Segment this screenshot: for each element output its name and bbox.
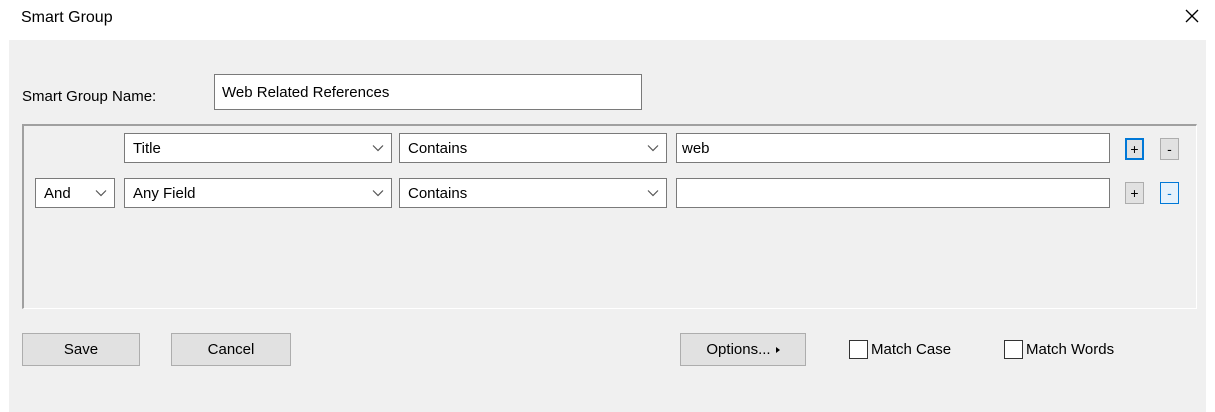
options-button-label: Options...	[706, 341, 771, 358]
add-row-button-2[interactable]: +	[1125, 182, 1144, 204]
match-words-label: Match Words	[1026, 341, 1115, 358]
connector-select-value: And	[44, 184, 71, 202]
save-button-label: Save	[63, 341, 99, 358]
options-button[interactable]: Options...	[680, 333, 806, 366]
connector-select-row-2[interactable]: And	[35, 178, 115, 208]
match-case-label: Match Case	[871, 341, 952, 358]
remove-row-button-1[interactable]: -	[1160, 138, 1179, 160]
window-title: Smart Group	[21, 9, 113, 26]
chevron-down-icon	[88, 179, 114, 207]
operator-select-value: Contains	[408, 139, 468, 157]
match-words-checkbox[interactable]: Match Words	[1004, 340, 1114, 359]
match-case-checkbox-box[interactable]	[849, 340, 868, 359]
arrow-right-icon	[775, 346, 780, 353]
chevron-down-icon	[640, 179, 666, 207]
chevron-down-icon	[365, 134, 391, 162]
match-words-checkbox-box[interactable]	[1004, 340, 1023, 359]
value-input-row-1[interactable]	[676, 133, 1110, 163]
close-icon	[1185, 9, 1199, 23]
chevron-down-icon	[640, 134, 666, 162]
remove-row-button-2[interactable]: -	[1160, 182, 1179, 204]
save-button[interactable]: Save	[22, 333, 140, 366]
operator-select-value: Contains	[408, 184, 468, 202]
close-button[interactable]	[1169, 0, 1215, 32]
add-row-button-1[interactable]: +	[1125, 138, 1144, 160]
field-select-value: Title	[133, 139, 161, 157]
chevron-down-icon	[365, 179, 391, 207]
field-select-row-1[interactable]: Title	[124, 133, 392, 163]
operator-select-row-2[interactable]: Contains	[399, 178, 667, 208]
cancel-button[interactable]: Cancel	[171, 333, 291, 366]
match-case-checkbox[interactable]: Match Case	[849, 340, 951, 359]
field-select-value: Any Field	[133, 184, 196, 202]
smart-group-name-label: Smart Group Name:	[22, 88, 157, 105]
operator-select-row-1[interactable]: Contains	[399, 133, 667, 163]
title-bar: Smart Group	[0, 0, 1215, 40]
field-select-row-2[interactable]: Any Field	[124, 178, 392, 208]
smart-group-name-input[interactable]	[214, 74, 642, 110]
cancel-button-label: Cancel	[207, 341, 255, 358]
value-input-row-2[interactable]	[676, 178, 1110, 208]
